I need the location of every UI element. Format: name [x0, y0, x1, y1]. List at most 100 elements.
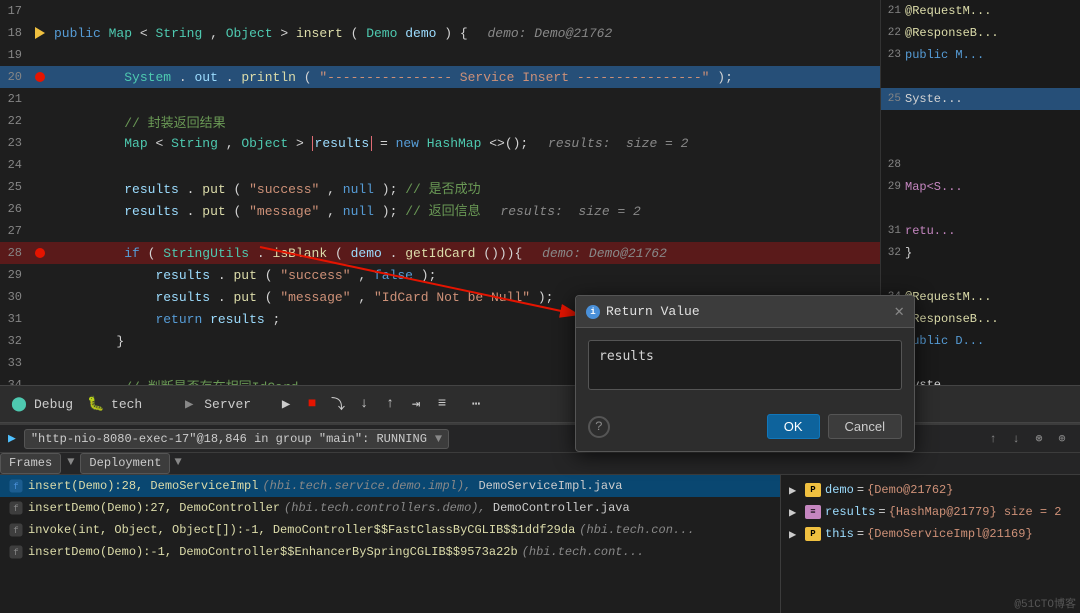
thread-selector[interactable]: "http-nio-8080-exec-17"@18,846 in group … [24, 429, 449, 449]
deployment-tab[interactable]: Deployment [80, 453, 170, 474]
resume-button[interactable]: ▶ [275, 393, 297, 415]
line-number-21: 21 [0, 92, 30, 106]
frame-location-2: (hbi.tech.controllers.demo), [284, 501, 486, 515]
run-to-cursor-button[interactable]: ⇥ [405, 393, 427, 415]
code-content-22: // 封装返回结果 [50, 112, 880, 131]
frame-file-2: DemoController.java [486, 501, 630, 515]
modal-footer: ? OK Cancel [576, 406, 914, 451]
cancel-button[interactable]: Cancel [828, 414, 902, 439]
frame-location-3: (hbi.tech.con... [579, 523, 694, 537]
modal-title: Return Value [606, 304, 888, 319]
deployment-dropdown[interactable]: ▼ [170, 453, 185, 474]
ok-button[interactable]: OK [767, 414, 820, 439]
line-number-25: 25 [0, 180, 30, 194]
line-number-18: 18 [0, 26, 30, 40]
var-name-demo: demo [825, 483, 854, 497]
play-icon: ▶ [8, 431, 16, 446]
line-number-22: 22 [0, 114, 30, 128]
frame-method-2: insertDemo(Demo):27, DemoController [28, 501, 280, 515]
code-content-26: results . put ( "message" , null ); // 返… [50, 200, 880, 219]
debug-icon: ⬤ [8, 393, 30, 415]
var-name-results: results [825, 505, 875, 519]
stop-button[interactable]: ■ [301, 393, 323, 415]
var-icon-results: ≡ [805, 505, 821, 519]
code-line-24: 24 [0, 154, 880, 176]
svg-text:f: f [13, 548, 18, 558]
editor-container: 17 18 public Map < String , [0, 0, 1080, 385]
frame-method-3: invoke(int, Object, Object[]):-1, DemoCo… [28, 523, 575, 537]
var-equals-this: = [857, 527, 864, 541]
up-arrow-btn[interactable]: ↑ [983, 429, 1003, 449]
var-equals-demo: = [857, 483, 864, 497]
var-name-this: this [825, 527, 854, 541]
line-number-32: 32 [0, 334, 30, 348]
frame-icon-3: f [8, 522, 24, 538]
var-value-this: {DemoServiceImpl@21169} [867, 527, 1033, 541]
frame-item-4[interactable]: f insertDemo(Demo):-1, DemoController$$E… [0, 541, 780, 563]
line-number-19: 19 [0, 48, 30, 62]
code-line-29: 29 results . put ( "success" , false ); [0, 264, 880, 286]
modal-close-button[interactable]: ✕ [894, 304, 904, 320]
line-number-33: 33 [0, 356, 30, 370]
code-content-20: System . out . println ( "--------------… [50, 70, 880, 85]
gutter-18 [30, 27, 50, 39]
frame-item-3[interactable]: f invoke(int, Object, Object[]):-1, Demo… [0, 519, 780, 541]
return-value-input[interactable]: results [588, 340, 902, 390]
frame-icon-2: f [8, 500, 24, 516]
step-out-button[interactable]: ↑ [379, 393, 401, 415]
var-expand-results[interactable]: ▶ [789, 505, 805, 520]
var-item-demo: ▶ P demo = {Demo@21762} [781, 479, 1080, 501]
code-content-18: public Map < String , Object > insert ( … [50, 26, 880, 41]
frame-location-4: (hbi.tech.cont... [522, 545, 644, 559]
var-expand-this[interactable]: ▶ [789, 527, 805, 542]
line-number-34: 34 [0, 378, 30, 385]
return-value-dialog: i Return Value ✕ results ? OK Cancel [575, 295, 915, 452]
tech-label: tech [111, 397, 142, 412]
filter-icons: ↑ ↓ ⊛ ⊕ [983, 429, 1072, 449]
code-line-25: 25 results . put ( "success" , null ); /… [0, 176, 880, 198]
breakpoint-28 [35, 248, 45, 258]
svg-text:f: f [13, 482, 18, 492]
down-arrow-btn[interactable]: ↓ [1006, 429, 1026, 449]
code-line-26: 26 results . put ( "message" , null ); /… [0, 198, 880, 220]
frame-location-1: (hbi.tech.service.demo.impl), [262, 479, 471, 493]
current-line-arrow [35, 27, 45, 39]
code-content-29: results . put ( "success" , false ); [50, 268, 880, 283]
modal-icon: i [586, 305, 600, 319]
line-number-17: 17 [0, 4, 30, 18]
line-number-30: 30 [0, 290, 30, 304]
frames-panel: f insert(Demo):28, DemoServiceImpl (hbi.… [0, 475, 780, 613]
code-line-20: 20 System . out . println ( "-----------… [0, 66, 880, 88]
frames-dropdown[interactable]: ▼ [61, 453, 80, 474]
frame-icon-1: f [8, 478, 24, 494]
thread-row: ▶ "http-nio-8080-exec-17"@18,846 in grou… [0, 425, 1080, 453]
settings-btn[interactable]: ⊕ [1052, 429, 1072, 449]
code-line-19: 19 [0, 44, 880, 66]
frames-tab[interactable]: Frames [0, 453, 61, 474]
frame-item-1[interactable]: f insert(Demo):28, DemoServiceImpl (hbi.… [0, 475, 780, 497]
code-content-17 [50, 4, 880, 19]
server-icon: ▶ [178, 393, 200, 415]
gutter-28 [30, 248, 50, 258]
variables-panel: ▶ P demo = {Demo@21762} ▶ ≡ results = {H… [780, 475, 1080, 613]
code-line-27: 27 [0, 220, 880, 242]
step-over-button[interactable]: ⤵ [327, 393, 349, 415]
frame-item-2[interactable]: f insertDemo(Demo):27, DemoController (h… [0, 497, 780, 519]
bottom-content: f insert(Demo):28, DemoServiceImpl (hbi.… [0, 475, 1080, 613]
var-icon-demo: P [805, 483, 821, 497]
help-button[interactable]: ? [588, 416, 610, 438]
var-expand-demo[interactable]: ▶ [789, 483, 805, 498]
breakpoint-20 [35, 72, 45, 82]
line-number-23: 23 [0, 136, 30, 150]
debug-toolbar: ⬤ Debug 🐛 tech ▶ Server ▶ ■ ⤵ ↓ ↑ ⇥ ≡ ⋯ [0, 385, 1080, 423]
code-line-28: 28 if ( StringUtils . isBlank ( demo . g… [0, 242, 880, 264]
modal-body: results [576, 328, 914, 406]
code-content-28: if ( StringUtils . isBlank ( demo . getI… [50, 246, 880, 261]
frame-icon-4: f [8, 544, 24, 560]
frame-file-1: DemoServiceImpl.java [471, 479, 622, 493]
bottom-panel: ▶ "http-nio-8080-exec-17"@18,846 in grou… [0, 423, 1080, 613]
more-button[interactable]: ⋯ [465, 393, 487, 415]
step-into-button[interactable]: ↓ [353, 393, 375, 415]
evaluate-button[interactable]: ≡ [431, 393, 453, 415]
filter-btn[interactable]: ⊛ [1029, 429, 1049, 449]
